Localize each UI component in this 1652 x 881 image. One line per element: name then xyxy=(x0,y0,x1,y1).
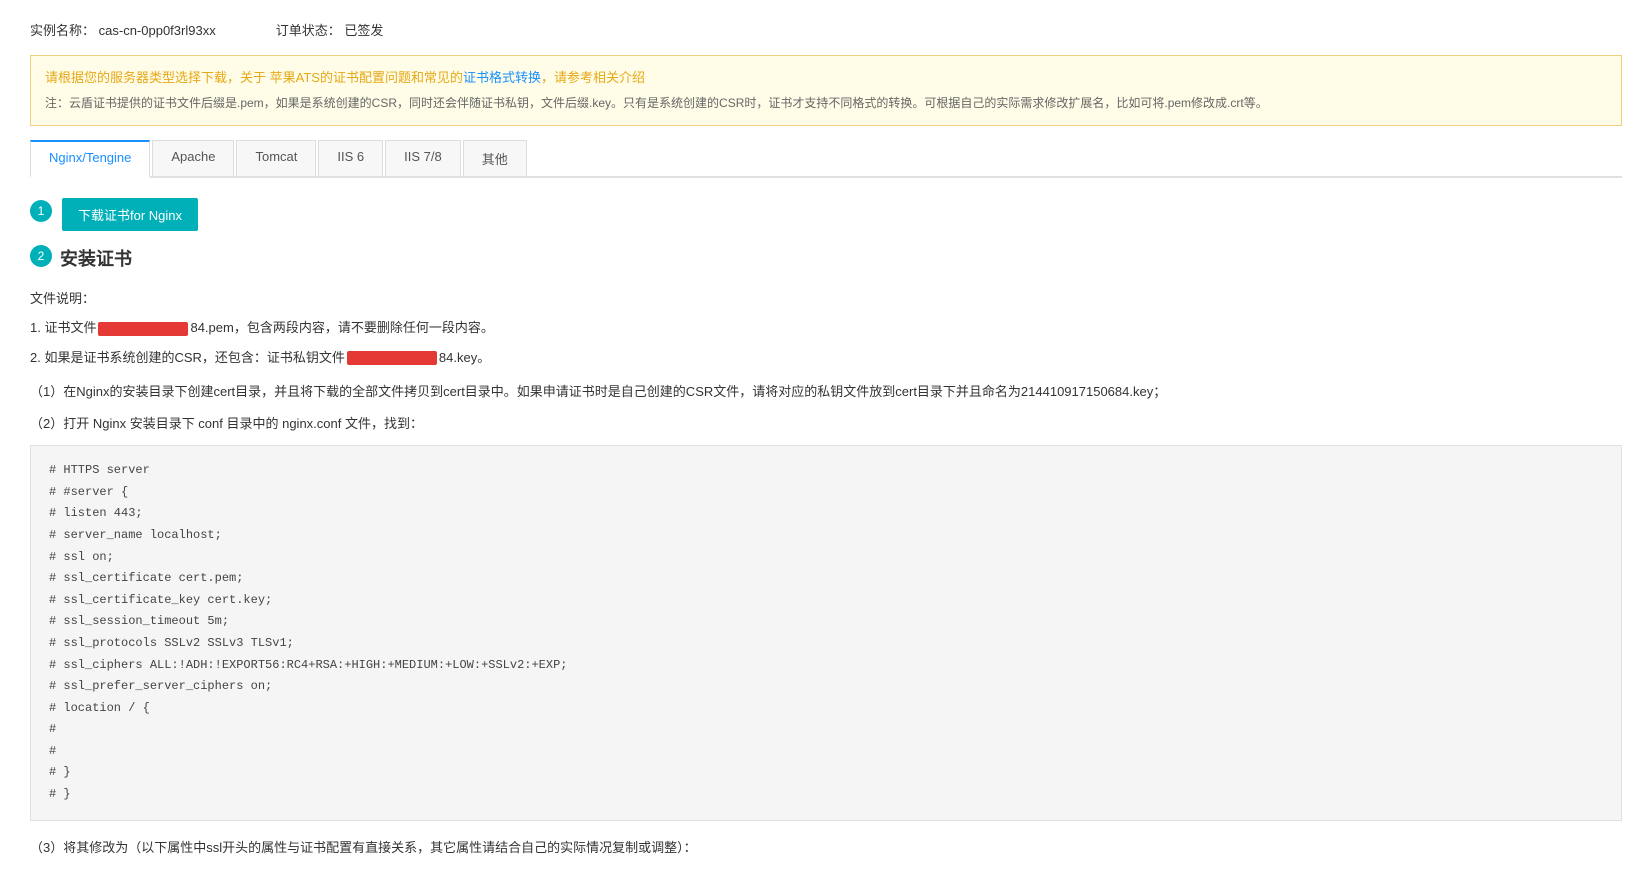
step2-header-row: 2 安装证书 xyxy=(30,245,1622,271)
alert-box: 请根据您的服务器类型选择下载，关于 苹果ATS的证书配置问题和常见的证书格式转换… xyxy=(30,55,1622,126)
download-button[interactable]: 下载证书for Nginx xyxy=(62,198,198,231)
step2-badge: 2 xyxy=(30,245,52,267)
instruction1: （1）在Nginx的安装目录下创建cert目录，并且将下载的全部文件拷贝到cer… xyxy=(30,379,1622,405)
alert-title-text: 请根据您的服务器类型选择下载 xyxy=(45,70,227,85)
file-item1: 1. 证书文件 84.pem，包含两段内容，请不要删除任何一段内容。 xyxy=(30,316,1622,339)
instruction2: （2）打开 Nginx 安装目录下 conf 目录中的 nginx.conf 文… xyxy=(30,411,1622,437)
order-status: 订单状态： 已签发 xyxy=(276,20,384,39)
alert-title-suffix: ，关于 苹果ATS的证书配置问题和常见的 xyxy=(227,70,463,85)
instruction3: （3）将其修改为（以下属性中ssl开头的属性与证书配置有直接关系，其它属性请结合… xyxy=(30,835,1622,861)
instance-name-value: cas-cn-0pp0f3rl93xx xyxy=(99,23,216,38)
file-item1-prefix: 1. 证书文件 xyxy=(30,320,96,335)
file-item2-prefix: 2. 如果是证书系统创建的CSR，还包含：证书私钥文件 xyxy=(30,350,345,365)
step1-row: 1 下载证书for Nginx xyxy=(30,198,1622,231)
alert-note: 注：云盾证书提供的证书文件后缀是.pem，如果是系统创建的CSR，同时还会伴随证… xyxy=(45,93,1607,115)
alert-title: 请根据您的服务器类型选择下载，关于 苹果ATS的证书配置问题和常见的证书格式转换… xyxy=(45,66,1607,89)
cert-format-link[interactable]: 证书格式转换 xyxy=(463,70,541,85)
tab-other[interactable]: 其他 xyxy=(463,140,527,176)
file-desc-title: 文件说明： xyxy=(30,287,1622,310)
tab-nginx-tengine[interactable]: Nginx/Tengine xyxy=(30,140,150,178)
order-label-text: 订单状态： xyxy=(276,23,341,38)
file-item1-redacted xyxy=(98,322,188,336)
tab-iis78[interactable]: IIS 7/8 xyxy=(385,140,461,176)
code-block: # HTTPS server # #server { # listen 443;… xyxy=(30,445,1622,821)
page-container: 实例名称： cas-cn-0pp0f3rl93xx 订单状态： 已签发 请根据您… xyxy=(0,0,1652,881)
tab-apache[interactable]: Apache xyxy=(152,140,234,176)
tab-iis6[interactable]: IIS 6 xyxy=(318,140,383,176)
file-description: 文件说明： 1. 证书文件84.pem，包含两段内容，请不要删除任何一段内容。 … xyxy=(30,287,1622,369)
alert-title-end: ，请参考相关介绍 xyxy=(541,70,645,85)
file-item2-redacted xyxy=(347,351,437,365)
instance-label-text: 实例名称： xyxy=(30,23,95,38)
step2-content: 文件说明： 1. 证书文件84.pem，包含两段内容，请不要删除任何一段内容。 … xyxy=(30,287,1622,861)
instance-label: 实例名称： cas-cn-0pp0f3rl93xx xyxy=(30,20,216,39)
order-status-value: 已签发 xyxy=(344,23,383,38)
file-item2: 2. 如果是证书系统创建的CSR，还包含：证书私钥文件 84.key。 xyxy=(30,346,1622,369)
file-item1-suffix: 84.pem，包含两段内容，请不要删除任何一段内容。 xyxy=(190,320,493,335)
instance-info: 实例名称： cas-cn-0pp0f3rl93xx 订单状态： 已签发 xyxy=(30,20,1622,39)
tab-tomcat[interactable]: Tomcat xyxy=(236,140,316,176)
step2-title: 安装证书 xyxy=(60,245,132,271)
file-item2-suffix: 84.key。 xyxy=(439,350,490,365)
tab-bar: Nginx/Tengine Apache Tomcat IIS 6 IIS 7/… xyxy=(30,140,1622,178)
step1-badge: 1 xyxy=(30,200,52,222)
